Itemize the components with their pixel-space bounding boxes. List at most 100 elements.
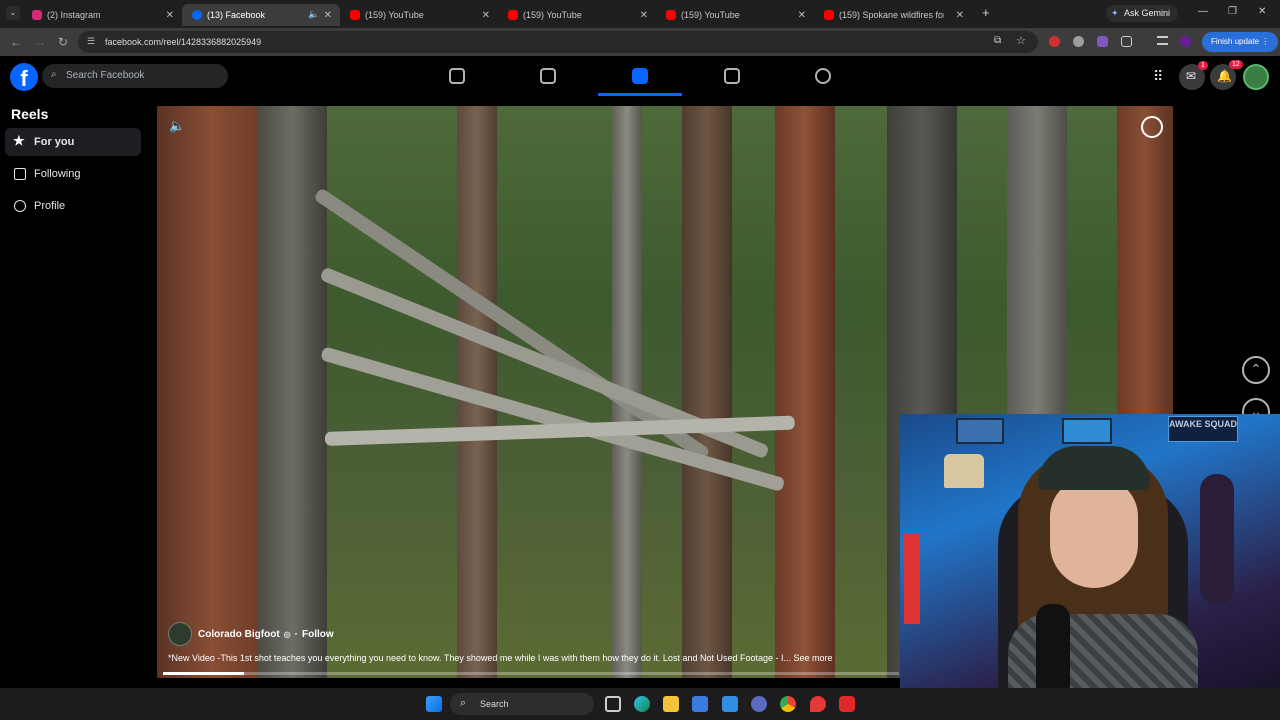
- facebook-header: f ⌕ Search Facebook ⠿ ✉ 1 🔔 12: [0, 56, 1280, 96]
- browser-toolbar: ← → ↻ ☰ facebook.com/reel/14283368820259…: [0, 28, 1280, 56]
- youtube-favicon-icon: [508, 10, 518, 20]
- browser-tab-youtube-2[interactable]: (159) YouTube ✕: [498, 4, 656, 26]
- reels-sidebar: Reels ★ For you Following Profile: [0, 96, 150, 688]
- taskbar-search[interactable]: ⌕ Search: [450, 693, 594, 715]
- extensions-puzzle-icon[interactable]: [1121, 36, 1132, 47]
- tree-trunk: [682, 106, 732, 678]
- edge-icon[interactable]: [634, 696, 650, 712]
- close-tab-icon[interactable]: ✕: [482, 10, 490, 21]
- search-icon: ⌕: [51, 69, 57, 80]
- magnify-icon[interactable]: [1141, 116, 1163, 138]
- task-view-icon[interactable]: [605, 696, 621, 712]
- streamer-cap: [1038, 446, 1150, 490]
- close-tab-icon[interactable]: ✕: [640, 10, 648, 21]
- close-window-icon[interactable]: ✕: [1258, 6, 1266, 17]
- install-app-icon[interactable]: ⧉: [994, 35, 1001, 46]
- windows-start-icon[interactable]: [426, 696, 442, 712]
- ask-gemini-button[interactable]: ✦ Ask Gemini: [1106, 5, 1179, 22]
- browser-tab-strip: ⌄ (2) Instagram ✕ (13) Facebook 🔈 ✕ (159…: [0, 0, 1280, 28]
- sign-text: AWAKE SQUAD: [1169, 419, 1238, 429]
- tab-title: (159) YouTube: [365, 10, 424, 20]
- active-tab-indicator: [598, 93, 682, 96]
- search-placeholder: Search Facebook: [66, 70, 145, 81]
- wall-poster: [956, 418, 1004, 444]
- browser-tab-youtube-4[interactable]: (159) Spokane wildfires force th ✕: [814, 4, 972, 26]
- browser-tab-instagram[interactable]: (2) Instagram ✕: [0, 4, 182, 26]
- close-tab-icon[interactable]: ✕: [798, 10, 806, 21]
- speaker-icon[interactable]: 🔈: [308, 9, 319, 20]
- minimize-icon[interactable]: —: [1198, 6, 1208, 17]
- volume-icon[interactable]: 🔈: [169, 118, 185, 134]
- verified-icon: ◎: [283, 629, 291, 639]
- sidebar-item-profile[interactable]: Profile: [5, 192, 141, 220]
- sidebar-item-for-you[interactable]: ★ For you: [5, 128, 141, 156]
- browser-tab-facebook[interactable]: (13) Facebook 🔈 ✕: [182, 4, 340, 26]
- follow-button[interactable]: Follow: [302, 629, 334, 640]
- extension-red-icon[interactable]: [1049, 36, 1060, 47]
- site-info-icon[interactable]: ☰: [87, 36, 95, 47]
- recorder-app-icon[interactable]: [839, 696, 855, 712]
- tab-title: (2) Instagram: [47, 10, 101, 20]
- chrome-icon[interactable]: [780, 696, 796, 712]
- sidebar-item-label: Profile: [34, 200, 66, 212]
- groups-icon[interactable]: [815, 68, 831, 84]
- maps-pin-icon[interactable]: [810, 696, 826, 712]
- webcam-overlay: AWAKE SQUAD: [900, 414, 1280, 720]
- sidebar-item-following[interactable]: Following: [5, 160, 141, 188]
- extension-purple-icon[interactable]: [1097, 36, 1108, 47]
- facebook-logo-icon[interactable]: f: [10, 63, 38, 91]
- finish-update-label: Finish update: [1211, 37, 1260, 46]
- profile-avatar-icon[interactable]: [1180, 36, 1191, 47]
- messenger-badge: 1: [1198, 61, 1208, 70]
- bell-icon: 🔔: [1217, 69, 1232, 83]
- facebook-search-input[interactable]: ⌕ Search Facebook: [42, 64, 228, 88]
- video-progress-bar[interactable]: [163, 672, 899, 675]
- gemini-sparkle-icon: ✦: [1111, 8, 1119, 18]
- mail-icon[interactable]: [722, 696, 738, 712]
- reading-list-icon[interactable]: [1157, 36, 1168, 45]
- extension-gray-icon[interactable]: [1073, 36, 1084, 47]
- back-icon[interactable]: ←: [10, 35, 22, 49]
- separator-dot: ·: [294, 628, 298, 640]
- bookmark-star-icon[interactable]: ☆: [1016, 34, 1026, 47]
- close-tab-icon[interactable]: ✕: [324, 10, 332, 21]
- reel-author[interactable]: Colorado Bigfoot ◎ · Follow: [168, 622, 334, 646]
- tab-title: (13) Facebook: [207, 10, 266, 20]
- author-avatar[interactable]: [168, 622, 192, 646]
- tree-trunk: [157, 106, 267, 678]
- instagram-favicon-icon: [32, 10, 42, 20]
- menu-grid-icon[interactable]: ⠿: [1153, 68, 1163, 85]
- home-icon[interactable]: [449, 68, 465, 84]
- neon-light: [904, 534, 920, 624]
- ask-gemini-label: Ask Gemini: [1124, 8, 1171, 18]
- new-tab-icon[interactable]: +: [982, 5, 990, 20]
- browser-tab-youtube-3[interactable]: (159) YouTube ✕: [656, 4, 814, 26]
- url-text: facebook.com/reel/1428336882025949: [105, 37, 262, 47]
- close-tab-icon[interactable]: ✕: [166, 10, 174, 21]
- media-app-icon[interactable]: [751, 696, 767, 712]
- close-tab-icon[interactable]: ✕: [956, 10, 964, 21]
- previous-reel-button[interactable]: ⌃: [1242, 356, 1270, 384]
- maximize-icon[interactable]: ❐: [1228, 6, 1237, 17]
- address-bar[interactable]: ☰ facebook.com/reel/1428336882025949 ⧉ ☆: [78, 31, 1038, 53]
- reload-icon[interactable]: ↻: [58, 35, 68, 49]
- wall-poster: [1062, 418, 1112, 444]
- reels-icon[interactable]: [632, 68, 648, 84]
- progress-fill: [163, 672, 244, 675]
- reel-caption[interactable]: *New Video -This 1st shot teaches you ev…: [168, 653, 903, 663]
- star-icon: ★: [13, 133, 25, 148]
- sidebar-item-label: Following: [34, 168, 81, 180]
- finish-update-button[interactable]: Finish update ⋮: [1202, 32, 1279, 52]
- sidebar-item-label: For you: [34, 136, 75, 148]
- browser-tab-youtube-1[interactable]: (159) YouTube ✕: [340, 4, 498, 26]
- search-icon: ⌕: [460, 697, 467, 709]
- notifications-badge: 12: [1229, 60, 1243, 69]
- video-icon[interactable]: [540, 68, 556, 84]
- file-explorer-icon[interactable]: [663, 696, 679, 712]
- account-avatar[interactable]: [1243, 64, 1269, 90]
- store-icon[interactable]: [692, 696, 708, 712]
- forward-icon[interactable]: →: [34, 35, 46, 49]
- marketplace-icon[interactable]: [724, 68, 740, 84]
- author-name[interactable]: Colorado Bigfoot: [198, 629, 280, 640]
- messenger-icon: ✉: [1186, 69, 1197, 83]
